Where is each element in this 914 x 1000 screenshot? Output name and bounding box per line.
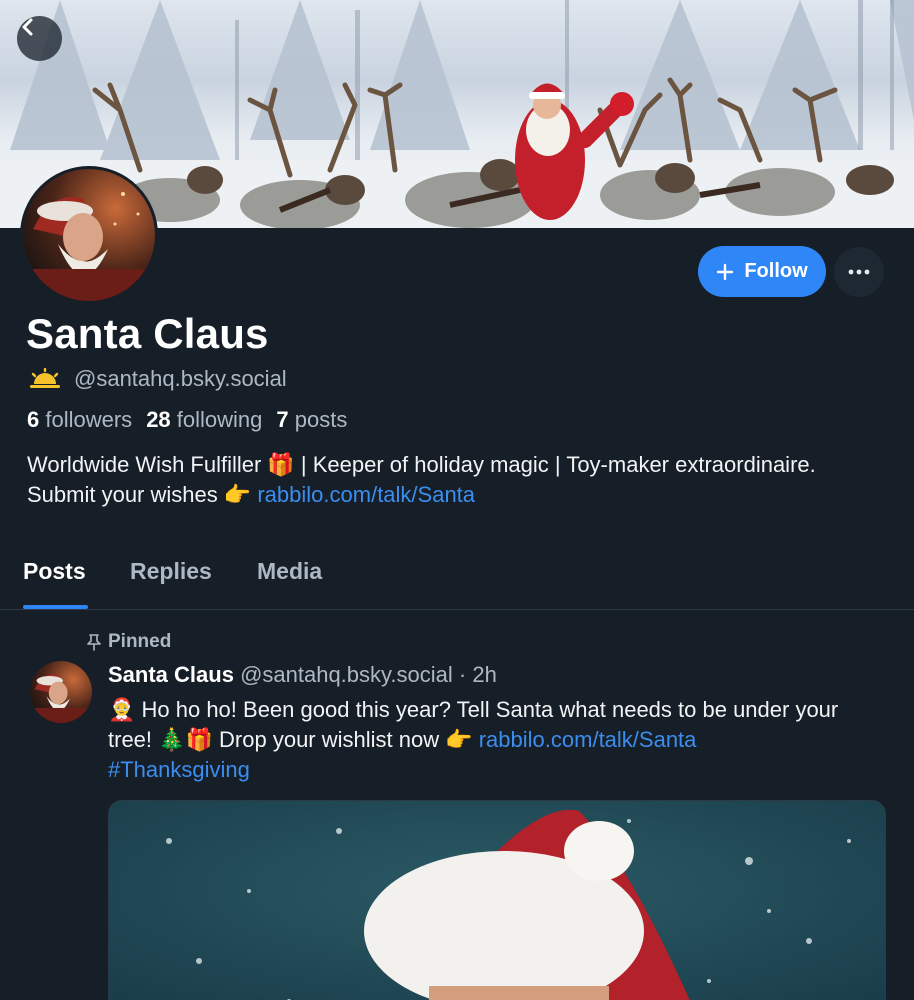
posts-count: 7 [276,407,289,432]
post-text: 🤶 Ho ho ho! Been good this year? Tell Sa… [108,697,839,752]
post-timestamp[interactable]: · 2h [459,662,497,687]
tab-replies[interactable]: Replies [130,558,212,585]
pin-icon [87,634,101,651]
follow-button[interactable]: Follow [698,246,826,297]
tab-posts[interactable]: Posts [23,558,86,585]
profile-avatar[interactable] [20,166,158,304]
pinned-indicator: Pinned [86,631,171,653]
post-body: 🤶 Ho ho ho! Been good this year? Tell Sa… [108,695,878,785]
profile-tabs: Posts Replies Media [0,548,914,610]
plus-icon [717,263,734,280]
chevron-left-icon [22,18,33,36]
post-header: Santa Claus @santahq.bsky.social · 2h [108,662,497,688]
sunrise-icon [30,368,60,388]
more-options-button[interactable] [834,247,884,297]
post-avatar-image [30,661,92,723]
ellipsis-icon [848,269,870,275]
followers-count: 6 [27,407,40,432]
post-author-name[interactable]: Santa Claus [108,662,234,687]
back-button[interactable] [17,16,62,61]
profile-bio: Worldwide Wish Fulfiller 🎁 | Keeper of h… [27,450,887,510]
tab-media[interactable]: Media [257,558,322,585]
posts-stat: 7 posts [276,407,347,433]
post-image[interactable] [108,800,886,1000]
followers-stat[interactable]: 6 followers [27,407,132,433]
handle-row: @santahq.bsky.social [28,366,287,392]
bio-link[interactable]: rabbilo.com/talk/Santa [257,482,475,507]
avatar-image [23,169,155,301]
post-image-graphic [109,801,885,1000]
following-stat[interactable]: 28 following [146,407,262,433]
followers-label: followers [45,407,133,432]
post-author-handle[interactable]: @santahq.bsky.social [240,662,453,687]
pinned-label: Pinned [108,631,172,652]
post-hashtag[interactable]: #Thanksgiving [108,757,250,782]
post-author-avatar[interactable] [30,661,92,723]
following-count: 28 [146,407,171,432]
active-tab-indicator [23,605,88,609]
profile-handle: @santahq.bsky.social [74,366,287,391]
profile-stats: 6 followers 28 following 7 posts [27,407,347,433]
follow-label: Follow [744,260,808,282]
post-link[interactable]: rabbilo.com/talk/Santa [479,727,697,752]
posts-label: posts [294,407,348,432]
profile-display-name: Santa Claus [26,310,269,357]
following-label: following [176,407,263,432]
